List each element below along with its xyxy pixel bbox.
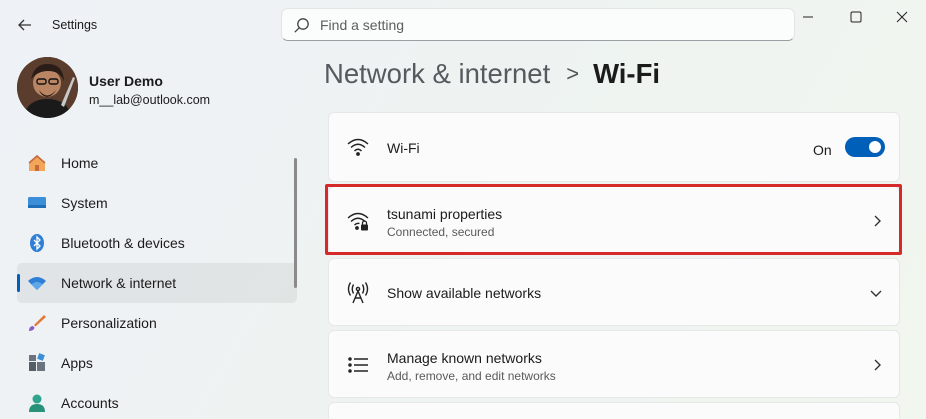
- network-status: Connected, secured: [387, 225, 495, 239]
- active-indicator: [17, 274, 20, 292]
- breadcrumb-parent[interactable]: Network & internet: [324, 58, 550, 89]
- sidebar-item-label: Apps: [61, 355, 93, 371]
- manage-known-networks-label: Manage known networks: [387, 350, 542, 366]
- sidebar-scrollbar[interactable]: [294, 158, 297, 288]
- sidebar-item-home[interactable]: Home: [17, 143, 297, 183]
- breadcrumb-separator: >: [566, 61, 580, 86]
- app-title: Settings: [52, 18, 98, 32]
- chevron-right-icon: [874, 215, 881, 227]
- close-icon[interactable]: [884, 6, 920, 30]
- sidebar-item-accounts[interactable]: Accounts: [17, 383, 297, 419]
- wifi-icon: [347, 138, 369, 156]
- breadcrumb: Network & internet > Wi-Fi: [324, 58, 660, 90]
- sidebar-item-system[interactable]: System: [17, 183, 297, 223]
- user-email: m__lab@outlook.com: [89, 93, 211, 107]
- manage-known-networks-row[interactable]: Manage known networks Add, remove, and e…: [328, 330, 900, 398]
- wifi-secured-icon: [347, 212, 369, 231]
- wifi-toggle[interactable]: [845, 137, 885, 157]
- sidebar-item-label: Home: [61, 155, 99, 171]
- wifi-icon: [28, 277, 46, 290]
- show-available-networks-row[interactable]: Show available networks: [328, 258, 900, 326]
- home-icon: [28, 154, 46, 171]
- bluetooth-icon: [30, 234, 44, 252]
- search-box[interactable]: [281, 8, 795, 41]
- sidebar-item-label: Bluetooth & devices: [61, 235, 185, 251]
- sidebar-item-label: Accounts: [61, 395, 119, 411]
- wifi-toggle-row: Wi-Fi On: [328, 112, 900, 182]
- sidebar-item-bluetooth[interactable]: Bluetooth & devices: [17, 223, 297, 263]
- network-name: tsunami properties: [387, 206, 503, 222]
- wifi-row-title: Wi-Fi: [387, 140, 420, 156]
- chevron-down-icon[interactable]: [869, 286, 883, 300]
- search-icon: [294, 18, 309, 33]
- sidebar-item-network[interactable]: Network & internet: [17, 263, 297, 303]
- list-icon: [348, 357, 368, 373]
- maximize-icon[interactable]: [838, 6, 874, 30]
- brush-icon: [29, 315, 46, 331]
- sidebar-nav: Home System Bluetooth & devices Network …: [17, 143, 297, 419]
- sidebar-item-label: System: [61, 195, 108, 211]
- user-name: User Demo: [89, 73, 163, 89]
- network-properties-row[interactable]: tsunami properties Connected, secured: [328, 186, 900, 254]
- sidebar-item-personalization[interactable]: Personalization: [17, 303, 297, 343]
- apps-icon: [29, 353, 45, 371]
- manage-known-networks-description: Add, remove, and edit networks: [387, 369, 556, 383]
- antenna-icon: [347, 282, 369, 304]
- title-bar: Settings: [0, 0, 926, 48]
- back-arrow-icon[interactable]: [14, 14, 36, 36]
- sidebar-item-apps[interactable]: Apps: [17, 343, 297, 383]
- next-settings-row[interactable]: [328, 402, 900, 419]
- show-available-networks-label: Show available networks: [387, 285, 542, 301]
- toggle-knob: [869, 141, 881, 153]
- page-title: Wi-Fi: [593, 58, 661, 89]
- sidebar-item-label: Network & internet: [61, 275, 177, 291]
- sidebar-item-label: Personalization: [61, 315, 157, 331]
- chevron-right-icon: [874, 359, 881, 371]
- system-icon: [28, 197, 46, 208]
- search-input[interactable]: [320, 15, 780, 35]
- avatar-image: [17, 57, 78, 118]
- wifi-toggle-state: On: [813, 142, 832, 158]
- avatar[interactable]: [17, 57, 78, 118]
- minimize-icon[interactable]: [790, 6, 826, 30]
- accounts-icon: [29, 394, 45, 412]
